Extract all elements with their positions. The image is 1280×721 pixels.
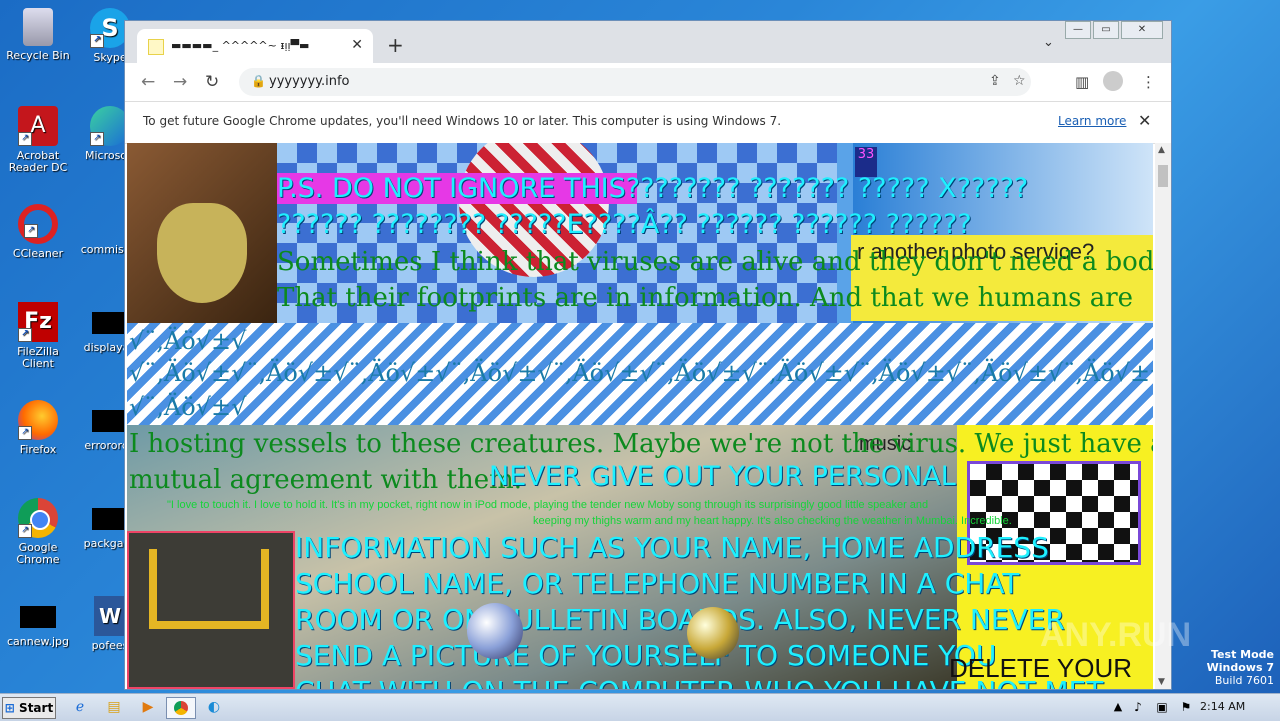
virus-paragraph-line-2: That their footprints are in information… [277,283,1134,313]
acrobat-icon: A ↗ [18,106,58,146]
close-tab-icon[interactable]: ✕ [351,37,363,53]
never-give-out-line: NEVER GIVE OUT YOUR PERSONAL [489,461,956,492]
desktop-icon-label: CCleaner [12,247,64,260]
scroll-up-arrow-icon[interactable]: ▲ [1158,145,1165,155]
explorer-taskbar-icon[interactable]: ▤ [100,697,128,717]
safety-info-line-4: SEND A PICTURE OF YOURSELF TO SOMEONE YO… [295,639,997,672]
virus-paragraph-line-1: Sometimes I think that viruses are alive… [277,247,1153,277]
share-icon[interactable]: ⇪ [989,73,1001,89]
side-panel-icon[interactable]: ▥ [1075,73,1089,91]
profile-avatar-icon[interactable] [1103,71,1123,91]
system-clock[interactable]: 2:14 AM [1200,700,1245,713]
url-text[interactable]: yyyyyyy.info [269,74,350,89]
file-icon [92,312,128,334]
new-tab-button[interactable]: + [387,33,404,57]
update-infobar: To get future Google Chrome updates, you… [125,103,1171,144]
page-content: 33 r another photo service? P.S. DO NOT … [127,143,1153,689]
desktop-icon-cannew[interactable]: cannew.jpg [0,596,76,648]
edge-taskbar-icon[interactable]: ◐ [200,697,228,717]
windows-watermark: Test Mode Windows 7 Build 7601 [1207,648,1274,687]
vessels-paragraph-line-2: mutual agreement with them. [129,465,523,495]
desktop-icon-label: Google Chrome [16,541,60,566]
media-player-taskbar-icon[interactable]: ▶ [134,697,162,717]
safety-info-line-1: INFORMATION SUCH AS YOUR NAME, HOME ADDR… [295,531,1049,564]
file-icon [92,410,128,432]
minimize-button[interactable]: — [1065,21,1091,39]
safety-info-line-2: SCHOOL NAME, OR TELEPHONE NUMBER IN A CH… [295,567,1020,600]
close-infobar-icon[interactable]: ✕ [1138,111,1151,130]
maximize-button[interactable]: ▭ [1093,21,1119,39]
filezilla-icon: Fz ↗ [18,302,58,342]
address-bar[interactable]: 🔒 yyyyyyy.info ⇪ ☆ [239,68,1031,96]
browser-toolbar: ← → ↻ 🔒 yyyyyyy.info ⇪ ☆ ▥ ⋮ [125,63,1171,102]
menu-kebab-icon[interactable]: ⋮ [1141,73,1156,91]
garbled-symbols-line-1: √¨‚Äö√±√ [129,327,247,355]
chrome-window: ▬▬▬▬_ ^^^^^~ ᵻᴉᴉ▀▬ ✕ + ⌄ — ▭ ✕ ← → ↻ 🔒 y… [124,20,1172,690]
chrome-icon: ↗ [18,498,58,538]
bookmark-star-icon[interactable]: ☆ [1013,73,1026,89]
reload-icon[interactable]: ↻ [205,72,219,92]
lock-icon: 🔒 [251,74,266,88]
garbled-symbols-line-3: √¨‚Äö√±√ [129,393,247,421]
scroll-down-arrow-icon[interactable]: ▼ [1158,677,1165,687]
forward-arrow-icon[interactable]: → [173,72,187,92]
infobar-message: To get future Google Chrome updates, you… [143,114,782,128]
safety-info-line-3: ROOM OR ON BULLETIN BOARDS. ALSO, NEVER … [295,603,1065,636]
desktop-icon-label: pofees [91,639,129,652]
delete-your-text: DELETE YOUR [949,653,1133,683]
desktop-icon-label: Firefox [19,443,57,456]
disc-image [687,607,739,659]
desktop-icon-acrobat[interactable]: A ↗ Acrobat Reader DC [0,106,76,174]
desktop-icon-firefox[interactable]: ↗ Firefox [0,400,76,456]
windows-logo-icon: ⊞ [4,701,15,715]
firefox-icon: ↗ [18,400,58,440]
learn-more-link[interactable]: Learn more [1058,114,1126,128]
close-window-button[interactable]: ✕ [1121,21,1163,39]
rune-glyph-icon [149,549,269,629]
ipod-quote-line-1: "I love to touch it. I love to hold it. … [167,499,929,511]
window-controls: — ▭ ✕ [1065,21,1163,39]
tab-search-chevron-icon[interactable]: ⌄ [1043,35,1054,50]
desktop-icon-label: cannew.jpg [6,635,69,648]
crystal-ball-image [467,603,523,659]
ps-warning-line: P.S. DO NOT IGNORE THIS???????? ??????? … [277,173,1029,204]
word-document-icon: W [94,596,126,636]
tab-title: ▬▬▬▬_ ^^^^^~ ᵻᴉᴉ▀▬ [171,39,310,52]
desktop-icon-label: Acrobat Reader DC [8,149,68,174]
elf-face-icon [157,203,247,303]
file-icon [92,508,128,530]
start-button[interactable]: ⊞ Start [2,697,56,719]
anyrun-watermark: ANY.RUN [1040,616,1192,654]
question-marks-line: ?????? ???????? ?????E????Â?? ?????? ???… [277,209,972,240]
back-arrow-icon[interactable]: ← [141,72,155,92]
face-image [127,143,277,323]
taskbar: ⊞ Start ℯ ▤ ▶ ◐ ▲ ♪ ▣ ⚑ 2:14 AM [0,693,1280,721]
ccleaner-icon: ↗ [18,204,58,244]
chrome-taskbar-icon[interactable] [166,697,196,719]
desktop-icon-label: Skype [93,51,127,64]
desktop-icon-recycle-bin[interactable]: Recycle Bin [0,8,76,62]
start-label: Start [19,701,54,715]
recycle-bin-icon [23,8,53,46]
rune-image [127,531,295,689]
desktop-icon-label: Recycle Bin [6,49,70,62]
desktop-icon-chrome[interactable]: ↗ Google Chrome [0,498,76,566]
desktop-icon-label: FileZilla Client [17,345,59,370]
desktop-icon-filezilla[interactable]: Fz ↗ FileZilla Client [0,302,76,370]
scroll-thumb[interactable] [1158,165,1168,187]
ipod-quote-line-2: keeping my thighs warm and my heart happ… [533,515,1012,527]
image-file-icon [20,606,56,628]
favicon [148,39,164,55]
vessels-paragraph-line-1: I hosting vessels to these creatures. Ma… [129,429,1153,459]
watermark-line-1: Test Mode [1211,648,1274,661]
ie-taskbar-icon[interactable]: ℯ [66,697,94,717]
watermark-line-3: Build 7601 [1214,674,1274,687]
desktop-icon-ccleaner[interactable]: ↗ CCleaner [0,204,76,260]
action-center-flag-icon[interactable]: ⚑ [1172,697,1200,717]
garbled-symbols-line-2: √¨‚Äö√±√¨‚Äö√±√¨‚Äö√±√¨‚Äö√±√¨‚Äö√±√¨‚Äö… [129,359,1153,387]
watermark-line-2: Windows 7 [1206,661,1274,674]
page-scrollbar[interactable]: ▲ ▼ [1155,143,1171,689]
